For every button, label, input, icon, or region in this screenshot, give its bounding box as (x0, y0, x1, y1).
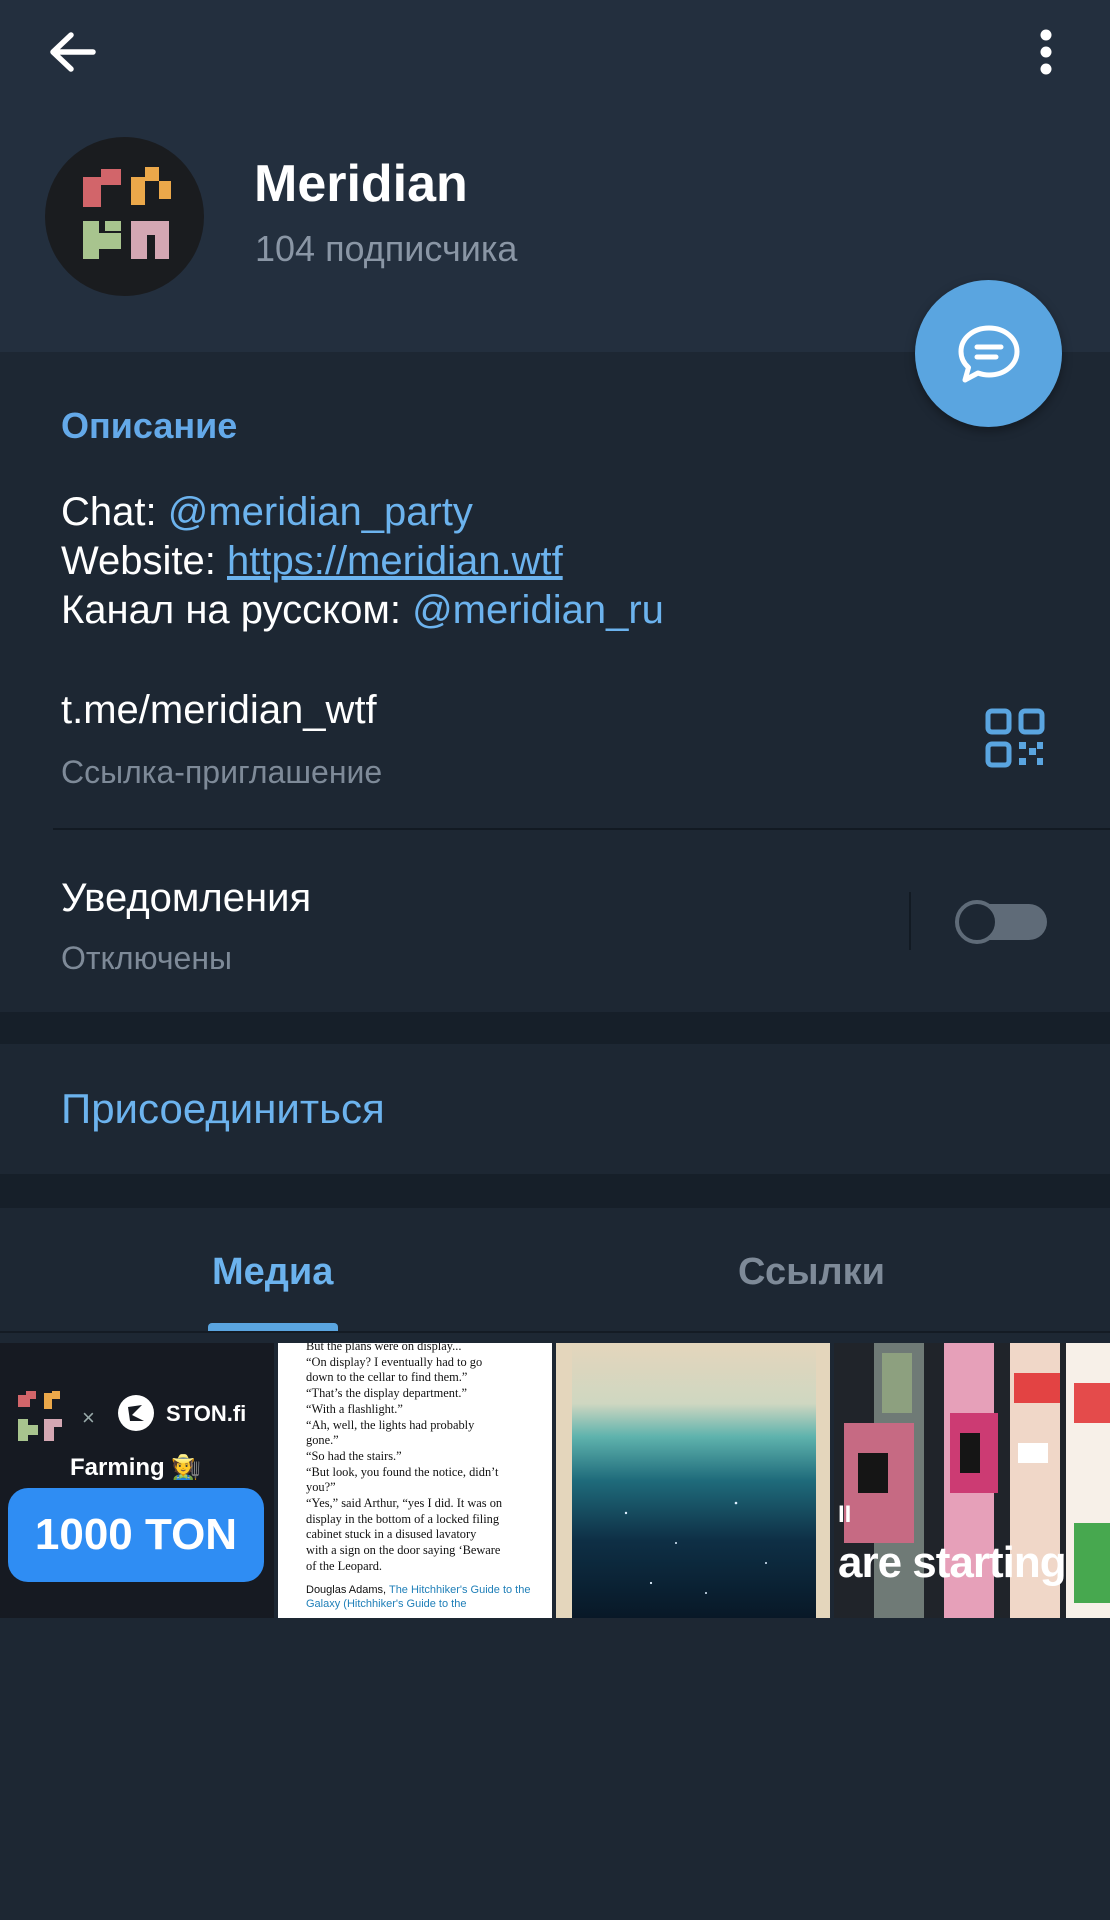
notifications-title[interactable]: Уведомления (61, 878, 311, 918)
quote-line: But the plans were on display... (306, 1343, 462, 1353)
pause-mark: II (838, 1501, 852, 1528)
quote-line: with a sign on the door saying ‘Beware (306, 1543, 501, 1558)
open-chat-button[interactable] (915, 280, 1062, 427)
chat-prefix: Chat: (61, 490, 168, 534)
quote-attribution: Douglas Adams, The Hitchhiker's Guide to… (306, 1583, 546, 1611)
quote-line: gone.” (306, 1433, 339, 1448)
media-thumbnail[interactable]: II are starting (834, 1343, 1110, 1618)
toggle-knob (955, 900, 999, 944)
chat-bubble-icon (958, 325, 1019, 382)
meridian-logo-icon (83, 167, 171, 259)
divider (53, 828, 1110, 830)
quote-text: But the plans were on display... “On dis… (306, 1343, 546, 1611)
times-symbol: × (82, 1405, 95, 1430)
arrow-left-icon (50, 32, 96, 72)
description-label: Описание (61, 405, 238, 446)
channel-avatar[interactable] (45, 137, 204, 296)
channel-title: Meridian (254, 155, 468, 213)
subscriber-count: 104 подписчика (255, 228, 518, 269)
join-button[interactable]: Присоединиться (61, 1088, 385, 1130)
quote-line: “So had the stairs.” (306, 1448, 402, 1463)
meridian-logo-icon (18, 1391, 62, 1441)
media-thumbnail[interactable]: But the plans were on display... “On dis… (278, 1343, 552, 1618)
video-caption: are starting (838, 1538, 1067, 1587)
invite-link[interactable]: t.me/meridian_wtf (61, 690, 377, 730)
notifications-toggle[interactable] (955, 900, 1047, 944)
active-tab-indicator (208, 1323, 338, 1331)
section-gap (0, 1012, 1110, 1044)
media-tabs (0, 1208, 1110, 1333)
website-link[interactable]: https://meridian.wtf (227, 539, 563, 583)
quote-line: you?” (306, 1480, 336, 1495)
ru-prefix: Канал на русском: (61, 588, 413, 632)
amount-badge: 1000 TON (8, 1488, 264, 1582)
quote-line: “With a flashlight.” (306, 1401, 403, 1416)
media-thumbnail[interactable] (556, 1343, 830, 1618)
description-website-line: Website: https://meridian.wtf (61, 541, 563, 581)
description-chat-line: Chat: @meridian_party (61, 492, 473, 532)
farming-label: Farming 🧑‍🌾 (70, 1454, 202, 1481)
description-ru-line: Канал на русском: @meridian_ru (61, 590, 664, 630)
chat-link[interactable]: @meridian_party (168, 490, 473, 534)
quote-line: cabinet stuck in a disused lavatory (306, 1527, 477, 1542)
quote-line: of the Leopard. (306, 1558, 383, 1573)
more-vertical-icon (1040, 29, 1052, 75)
quote-line: “That’s the display department.” (306, 1386, 468, 1401)
tab-links[interactable]: Ссылки (738, 1253, 885, 1291)
quote-line: “On display? I eventually had to go (306, 1354, 483, 1369)
ston-fi-label: STON.fi (166, 1401, 247, 1426)
quote-line: “Ah, well, the lights had probably (306, 1417, 475, 1432)
quote-line: “Yes,” said Arthur, “yes I did. It was o… (306, 1496, 503, 1511)
section-gap (0, 1174, 1110, 1208)
qr-code-button[interactable] (985, 708, 1045, 768)
more-menu-button[interactable] (1014, 20, 1078, 84)
quote-line: “But look, you found the notice, didn’t (306, 1464, 499, 1479)
quote-line: display in the bottom of a locked filing (306, 1511, 500, 1526)
quote-author: Douglas Adams, (306, 1583, 387, 1596)
invite-link-subtitle: Ссылка-приглашение (61, 754, 383, 790)
ru-channel-link[interactable]: @meridian_ru (412, 588, 664, 632)
amount-label: 1000 TON (34, 1510, 238, 1559)
quote-line: down to the cellar to find them.” (306, 1370, 468, 1385)
media-thumbnail[interactable]: × STON.fi Farming 🧑‍🌾 1000 TON (0, 1343, 274, 1618)
vertical-divider (909, 892, 911, 950)
qr-code-icon (985, 708, 1045, 768)
notifications-status: Отключены (61, 940, 233, 976)
empty-area (0, 1618, 1110, 1920)
gradient-art-image (572, 1343, 816, 1618)
ston-fi-logo-icon (118, 1395, 154, 1431)
back-button[interactable] (40, 20, 104, 84)
website-prefix: Website: (61, 539, 227, 583)
tab-media[interactable]: Медиа (212, 1253, 333, 1291)
